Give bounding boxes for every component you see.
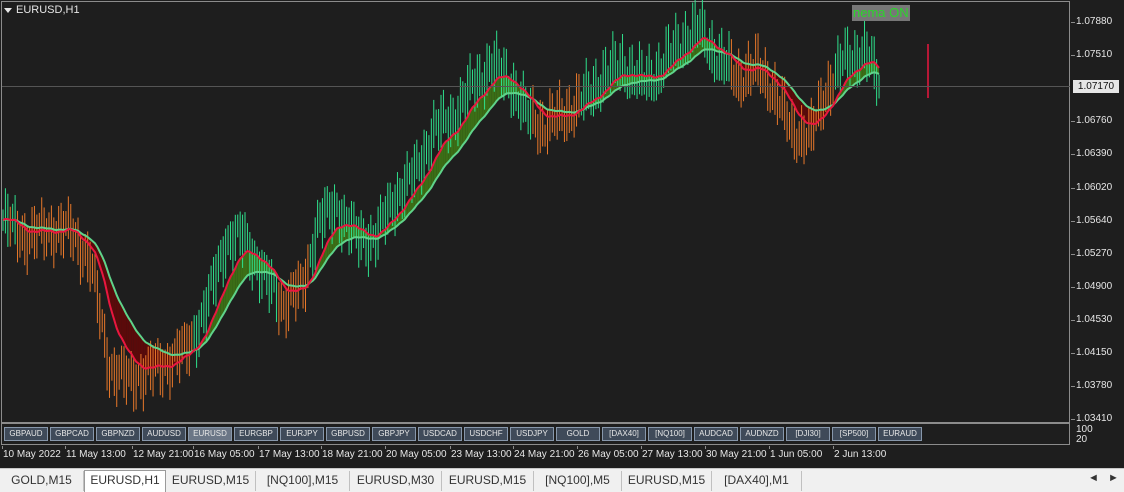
chart-title: EURUSD,H1 [4, 4, 80, 16]
symbol-button-eurusd[interactable]: EURUSD [188, 427, 232, 441]
price-label: 1.03410 [1076, 413, 1113, 425]
price-label: 1.07510 [1076, 49, 1113, 61]
symbol-button-gbpnzd[interactable]: GBPNZD [96, 427, 140, 441]
price-label: 1.05270 [1076, 247, 1113, 259]
subwindow-scale-min: 20 [1076, 434, 1088, 445]
symbol-button-euraud[interactable]: EURAUD [878, 427, 922, 441]
nema-indicator-badge[interactable]: nema ON [852, 5, 910, 21]
symbol-button-usdjpy[interactable]: USDJPY [510, 427, 554, 441]
chart-tab[interactable]: [NQ100],M5 [534, 471, 622, 491]
subwindow-scale: 100 20 [1076, 425, 1093, 445]
price-axis[interactable]: 1.07170 1.07880 1.07510 1.06760 1.06390 1.06… [1071, 0, 1124, 425]
chart-window[interactable]: EURUSD,H1 nema ON 1.07170 1.07880 1.07510… [0, 0, 1124, 468]
time-label: 2 Jun 13:00 [834, 449, 887, 460]
symbol-button-audcad[interactable]: AUDCAD [694, 427, 738, 441]
bull-band-segment [245, 251, 248, 279]
time-label: 27 May 13:00 [642, 449, 703, 460]
price-label: 1.04900 [1076, 280, 1113, 292]
symbol-button-eurgbp[interactable]: EURGBP [234, 427, 278, 441]
chart-tab[interactable]: EURUSD,M15 [166, 471, 256, 491]
price-label: 1.03780 [1076, 380, 1113, 392]
chart-menu-triangle-icon[interactable] [4, 7, 12, 13]
symbol-button-gbpaud[interactable]: GBPAUD [4, 427, 48, 441]
bear-band-segment [128, 318, 132, 354]
price-chart[interactable] [0, 0, 1070, 423]
price-label: 1.04530 [1076, 313, 1113, 325]
symbol-button-audnzd[interactable]: AUDNZD [740, 427, 784, 441]
symbol-button-usdcad[interactable]: USDCAD [418, 427, 462, 441]
scroll-left-icon[interactable]: ◄ [1088, 472, 1099, 484]
price-tick [1071, 286, 1075, 288]
time-label: 10 May 2022 [3, 449, 61, 460]
time-label: 18 May 21:00 [322, 449, 383, 460]
chart-tab[interactable]: GOLD,M15 [0, 471, 84, 491]
symbol-button-gbpjpy[interactable]: GBPJPY [372, 427, 416, 441]
price-tick [1071, 319, 1075, 321]
price-tick [1071, 419, 1075, 421]
bear-band-segment [136, 330, 139, 364]
time-label: 11 May 13:00 [66, 449, 126, 460]
price-tick [1071, 154, 1075, 156]
symbol-button-usdchf[interactable]: USDCHF [464, 427, 508, 441]
symbol-button-gold[interactable]: GOLD [556, 427, 600, 441]
time-label: 30 May 21:00 [706, 449, 767, 460]
price-label: 1.07880 [1076, 16, 1113, 27]
chart-symbol-timeframe: EURUSD,H1 [16, 4, 80, 16]
price-tick [1071, 121, 1075, 123]
symbol-button-sp500[interactable]: [SP500] [832, 427, 876, 441]
symbol-button-eurjpy[interactable]: EURJPY [280, 427, 324, 441]
chart-tab[interactable]: [NQ100],M15 [256, 471, 350, 491]
price-tick [1071, 187, 1075, 189]
symbol-button-nq100[interactable]: [NQ100] [648, 427, 692, 441]
chart-tab[interactable]: EURUSD,M30 [350, 471, 442, 491]
bull-band-segment [496, 77, 500, 101]
symbol-button-dji30[interactable]: [DJI30] [786, 427, 830, 441]
symbol-button-dax40[interactable]: [DAX40] [602, 427, 646, 441]
chart-tab[interactable]: EURUSD,M15 [622, 471, 712, 491]
time-label: 16 May 05:00 [194, 449, 255, 460]
price-label: 1.04150 [1076, 347, 1113, 358]
time-label: 17 May 13:00 [259, 449, 320, 460]
time-label: 12 May 21:00 [133, 449, 194, 460]
price-tick [1071, 386, 1075, 388]
time-label: 23 May 13:00 [451, 449, 512, 460]
chart-tab[interactable]: EURUSD,H1 [84, 470, 166, 492]
time-axis[interactable]: 10 May 2022 11 May 13:00 12 May 21:00 16 Ma… [0, 446, 1070, 464]
scroll-right-icon[interactable]: ► [1108, 472, 1119, 484]
price-tick [1071, 22, 1075, 23]
price-tick [1071, 55, 1075, 57]
price-label: 1.06760 [1076, 115, 1113, 127]
symbol-button-gbpcad[interactable]: GBPCAD [50, 427, 94, 441]
price-tick [1071, 220, 1075, 222]
chart-tab[interactable]: [DAX40],M1 [712, 471, 802, 491]
symbol-button-audusd[interactable]: AUDUSD [142, 427, 186, 441]
symbol-button-strip: GBPAUD GBPCAD GBPNZD AUDUSD EURUSD EURGBP EURJ… [1, 423, 1070, 445]
current-price-label: 1.07170 [1073, 80, 1119, 93]
chart-tab[interactable]: EURUSD,M15 [442, 471, 534, 491]
time-label: 26 May 05:00 [578, 449, 639, 460]
bull-band-segment [479, 96, 483, 122]
time-label: 24 May 21:00 [514, 449, 575, 460]
time-label: 1 Jun 05:00 [770, 449, 823, 460]
price-label: 1.05640 [1076, 214, 1113, 226]
price-tick [1071, 353, 1075, 354]
fast-ma-line [2, 36, 880, 370]
price-label: 1.06390 [1076, 148, 1113, 160]
chart-tab-bar: ◄ ► GOLD,M15 EURUSD,H1 EURUSD,M15 [NQ100],M… [0, 468, 1124, 492]
current-price-line [2, 86, 1070, 87]
symbol-button-gbpusd[interactable]: GBPUSD [326, 427, 370, 441]
price-tick [1071, 253, 1075, 255]
price-label: 1.06020 [1076, 181, 1113, 193]
time-label: 20 May 05:00 [386, 449, 447, 460]
bear-band-segment [126, 314, 129, 351]
